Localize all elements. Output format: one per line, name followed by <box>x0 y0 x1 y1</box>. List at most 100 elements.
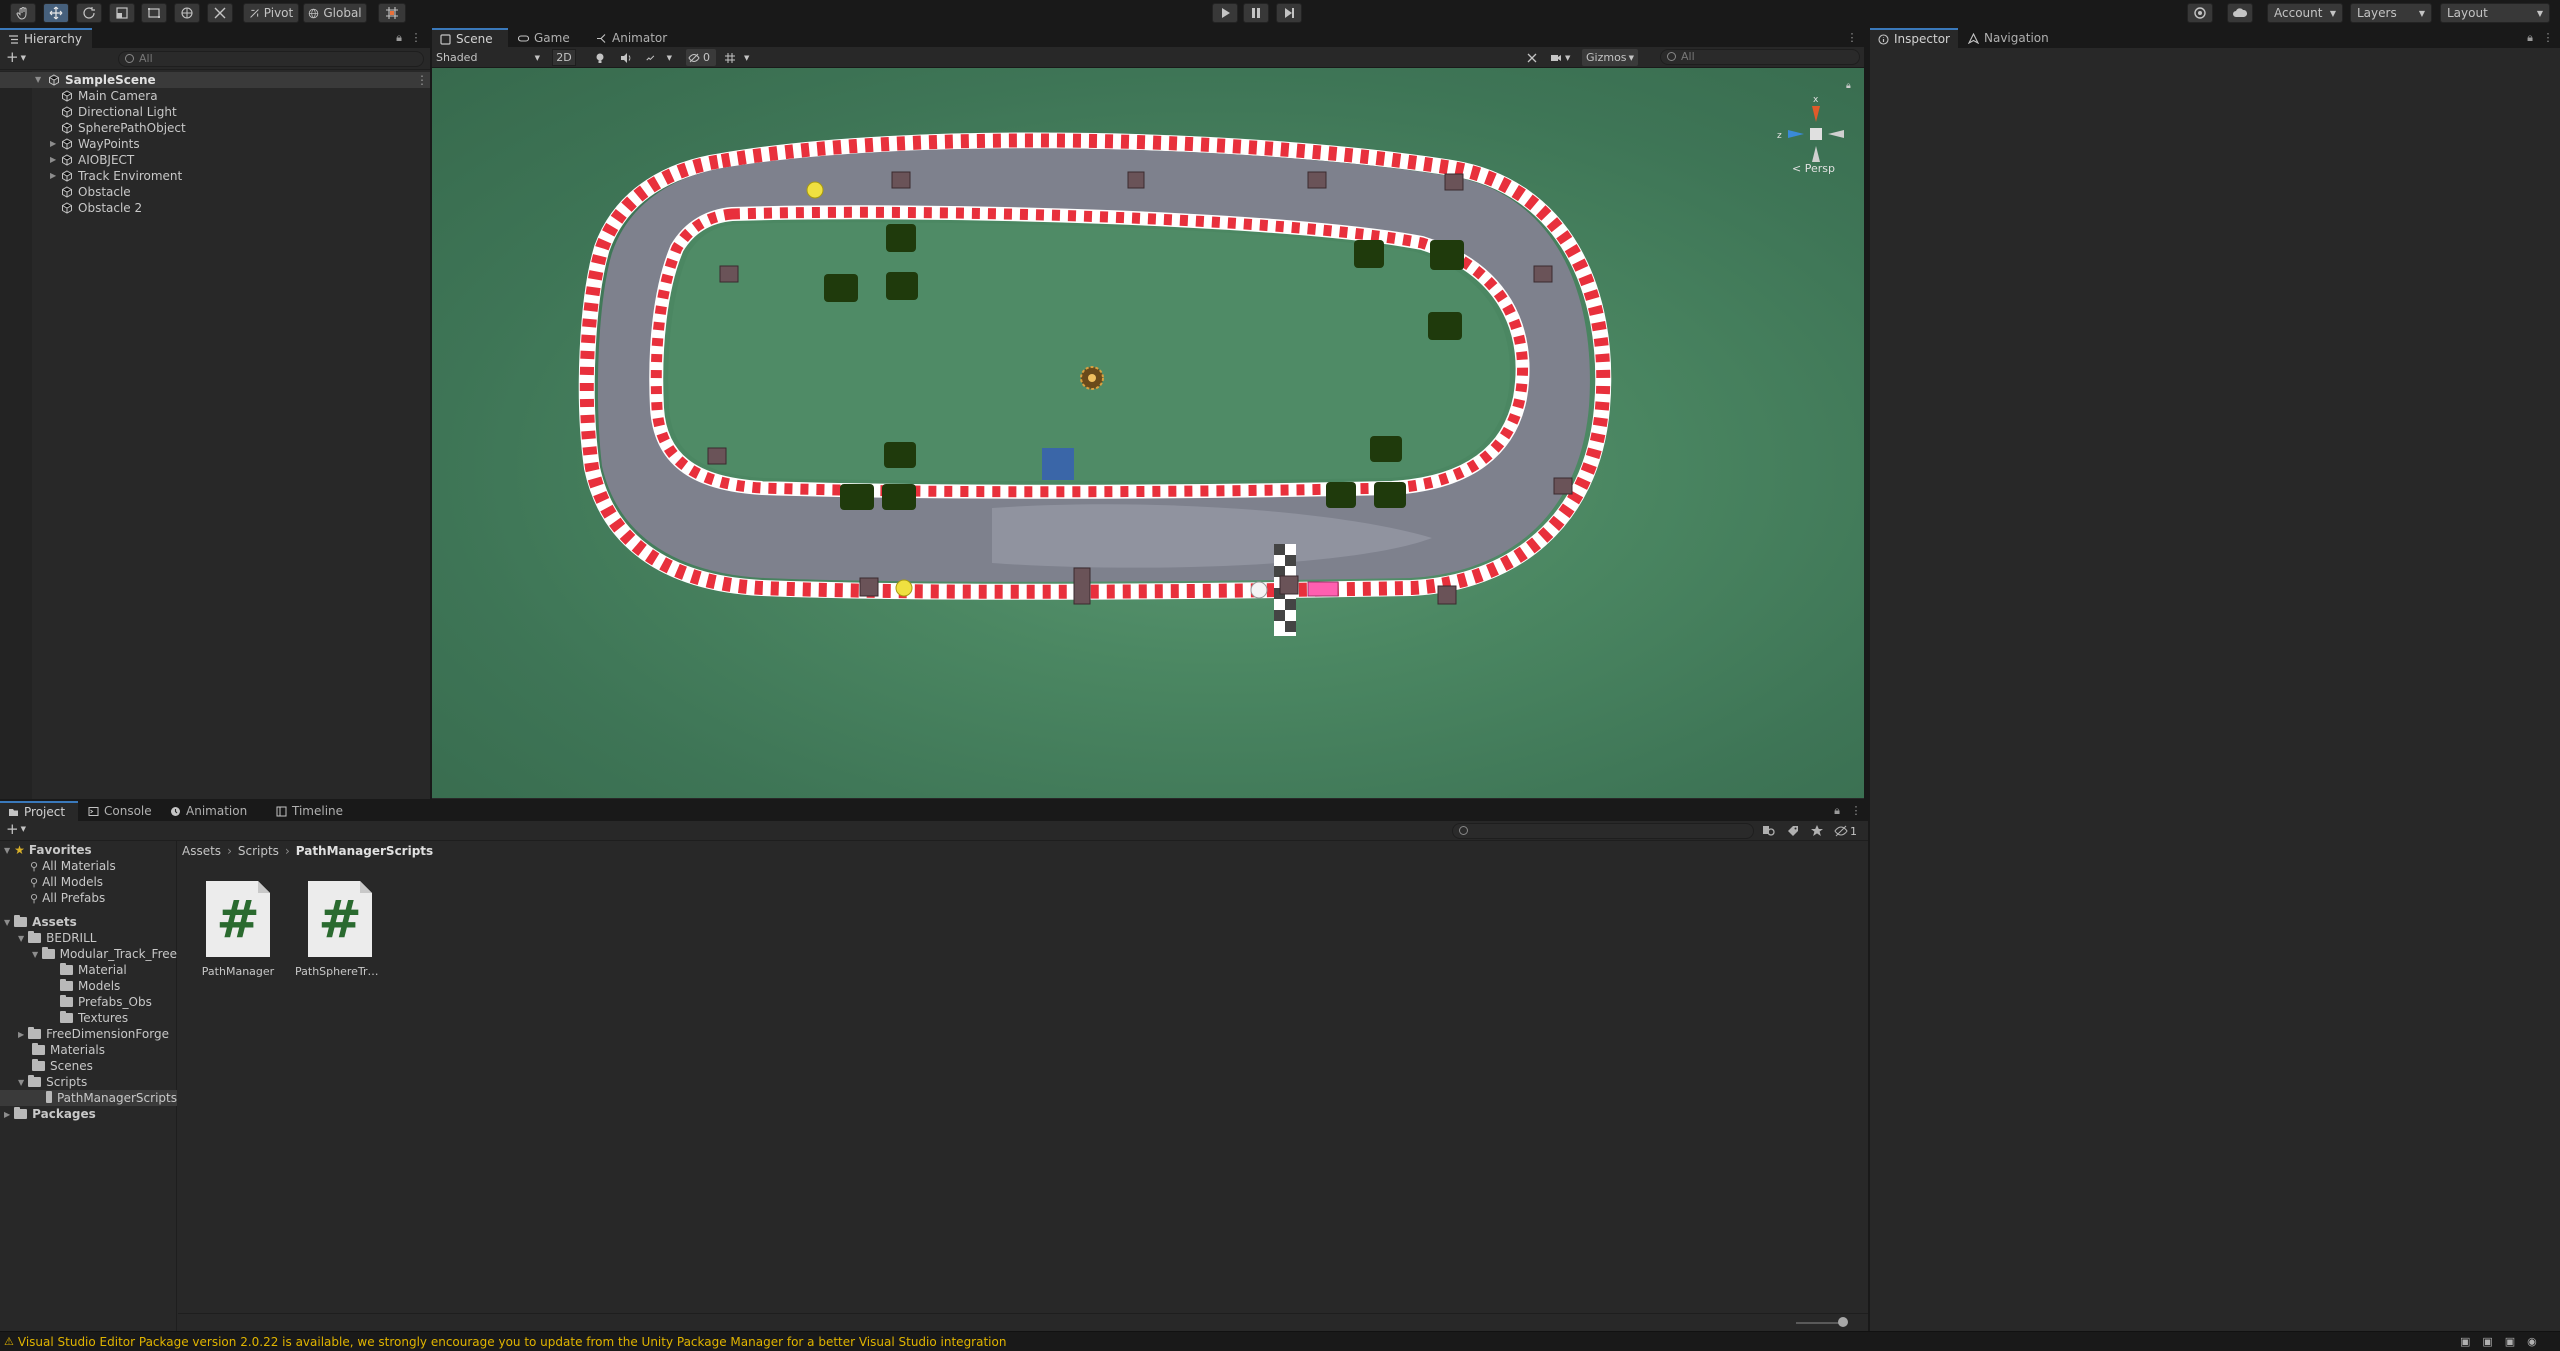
chevron-right-icon[interactable]: ▶ <box>18 1030 24 1039</box>
rotate-tool-button[interactable] <box>76 3 102 23</box>
favorite-item[interactable]: ⚲ All Materials <box>30 858 116 874</box>
lighting-toggle[interactable] <box>594 49 608 66</box>
scale-tool-button[interactable] <box>109 3 135 23</box>
tab-timeline[interactable]: Timeline <box>268 801 356 821</box>
hierarchy-item[interactable]: ▶ Track Enviroment <box>0 168 430 184</box>
expand-arrow-icon[interactable]: ▶ <box>50 171 60 181</box>
favorites-row[interactable]: ▼ ★ Favorites <box>4 842 92 858</box>
expand-arrow-icon[interactable]: ▼ <box>35 75 45 85</box>
asset-tile[interactable]: # PathManager <box>193 879 283 978</box>
gizmos-dropdown[interactable]: Gizmos ▼ <box>1582 49 1638 66</box>
global-toggle[interactable]: Global <box>303 3 367 23</box>
folder-row-models[interactable]: Models <box>60 978 120 994</box>
chevron-right-icon[interactable]: ▶ <box>4 1110 10 1119</box>
layers-dropdown[interactable]: Layers ▼ <box>2350 3 2432 23</box>
hierarchy-item[interactable]: SpherePathObject <box>0 120 430 136</box>
breadcrumb-item-current[interactable]: PathManagerScripts <box>296 844 433 858</box>
tab-game[interactable]: Game <box>510 28 586 48</box>
rect-tool-button[interactable] <box>141 3 167 23</box>
scene-search-input[interactable]: All <box>1660 49 1860 65</box>
chevron-down-icon[interactable]: ▼ <box>4 918 10 927</box>
folder-row-scripts[interactable]: ▼ Scripts <box>18 1074 87 1090</box>
favorite-button[interactable] <box>1810 824 1824 838</box>
audio-toggle[interactable] <box>620 49 634 66</box>
step-button[interactable] <box>1276 3 1302 23</box>
hierarchy-item[interactable]: Obstacle 2 <box>0 200 430 216</box>
breadcrumb-item[interactable]: Assets <box>182 844 221 858</box>
folder-row-scenes[interactable]: Scenes <box>32 1058 93 1074</box>
hidden-packages-toggle[interactable]: 1 <box>1834 824 1864 838</box>
more-options-icon[interactable]: ⋮ <box>1850 804 1862 818</box>
shading-mode-dropdown[interactable]: Shaded ▼ <box>436 49 542 66</box>
folder-row-bedrill[interactable]: ▼ BEDRILL <box>18 930 96 946</box>
hierarchy-item[interactable]: Directional Light <box>0 104 430 120</box>
expand-arrow-icon[interactable]: ▶ <box>50 139 60 149</box>
cloud-button[interactable] <box>2227 3 2253 23</box>
favorite-item[interactable]: ⚲ All Models <box>30 874 103 890</box>
chevron-down-icon[interactable]: ▼ <box>32 950 38 959</box>
chevron-down-icon[interactable]: ▼ <box>18 934 24 943</box>
hierarchy-item[interactable]: Main Camera <box>0 88 430 104</box>
search-by-label-button[interactable] <box>1786 824 1800 838</box>
folder-row-modular-track[interactable]: ▼ Modular_Track_Free <box>32 946 177 962</box>
camera-dropdown[interactable]: ▼ <box>1550 49 1576 66</box>
orientation-gizmo[interactable] <box>1788 106 1844 162</box>
more-options-icon[interactable]: ⋮ <box>2542 31 2554 45</box>
search-by-type-button[interactable] <box>1762 824 1776 838</box>
breadcrumb-item[interactable]: Scripts <box>238 844 279 858</box>
move-tool-button[interactable] <box>43 3 69 23</box>
hierarchy-item[interactable]: Obstacle <box>0 184 430 200</box>
tab-hierarchy[interactable]: Hierarchy <box>0 28 92 48</box>
tab-project[interactable]: Project <box>0 801 78 821</box>
folder-row-materials[interactable]: Materials <box>32 1042 105 1058</box>
tab-scene[interactable]: Scene <box>432 28 508 48</box>
lock-icon[interactable]: 🔒︎ <box>1846 81 1851 91</box>
more-options-icon[interactable]: ⋮ <box>1846 31 1858 45</box>
chevron-down-icon[interactable]: ▼ <box>18 1078 24 1087</box>
assets-folder-row[interactable]: ▼ Assets <box>4 914 77 930</box>
scene-viewport[interactable]: x z < Persp 🔒︎ <box>432 68 1864 798</box>
more-options-icon[interactable]: ⋮ <box>410 31 422 45</box>
tab-animation[interactable]: Animation <box>162 801 268 821</box>
packages-folder-row[interactable]: ▶ Packages <box>4 1106 96 1122</box>
asset-tile[interactable]: # PathSphereTrac... <box>295 879 385 978</box>
lock-icon[interactable]: 🔒︎ <box>1831 804 1843 818</box>
lock-icon[interactable]: 🔒︎ <box>2524 31 2536 45</box>
transform-tool-button[interactable] <box>174 3 200 23</box>
folder-row-prefabs[interactable]: Prefabs_Obs <box>60 994 152 1010</box>
hierarchy-item[interactable]: ▶ WayPoints <box>0 136 430 152</box>
effects-dropdown[interactable]: ▼ <box>646 49 672 66</box>
hierarchy-search-input[interactable]: All <box>118 51 424 67</box>
layout-dropdown[interactable]: Layout ▼ <box>2440 3 2550 23</box>
status-message[interactable]: Visual Studio Editor Package version 2.0… <box>18 1335 1007 1349</box>
tools-toggle[interactable] <box>1526 49 1542 66</box>
tab-console[interactable]: Console <box>80 801 160 821</box>
tab-inspector[interactable]: Inspector <box>1870 28 1958 48</box>
lock-icon[interactable]: 🔒︎ <box>393 31 405 45</box>
icon-size-slider-thumb[interactable] <box>1838 1317 1848 1327</box>
favorite-item[interactable]: ⚲ All Prefabs <box>30 890 105 906</box>
create-add-button[interactable]: + ▼ <box>6 822 32 838</box>
scene-visibility-toggle[interactable]: 0 <box>686 49 716 66</box>
tab-navigation[interactable]: Navigation <box>1960 28 2060 48</box>
pivot-toggle[interactable]: Pivot <box>243 3 299 23</box>
tab-animator[interactable]: Animator <box>588 28 676 48</box>
folder-row-pathmanager[interactable]: PathManagerScripts <box>0 1090 177 1106</box>
custom-tool-button[interactable] <box>207 3 233 23</box>
folder-row-freedimension[interactable]: ▶ FreeDimensionForge <box>18 1026 169 1042</box>
pause-button[interactable] <box>1243 3 1269 23</box>
expand-arrow-icon[interactable]: ▶ <box>50 155 60 165</box>
chevron-down-icon[interactable]: ▼ <box>4 846 10 855</box>
folder-row-material[interactable]: Material <box>60 962 127 978</box>
more-options-icon[interactable]: ⋮ <box>416 73 428 87</box>
grid-snapping-button[interactable] <box>378 3 406 23</box>
project-search-input[interactable] <box>1452 823 1754 839</box>
account-dropdown[interactable]: Account ▼ <box>2267 3 2343 23</box>
projection-label[interactable]: < Persp <box>1792 162 1835 175</box>
hand-tool-button[interactable] <box>10 3 36 23</box>
folder-row-textures[interactable]: Textures <box>60 1010 128 1026</box>
hierarchy-item[interactable]: ▶ AIOBJECT <box>0 152 430 168</box>
grid-dropdown[interactable]: ▼ <box>724 49 752 66</box>
services-button[interactable] <box>2187 3 2213 23</box>
create-add-button[interactable]: + ▼ <box>6 50 32 66</box>
